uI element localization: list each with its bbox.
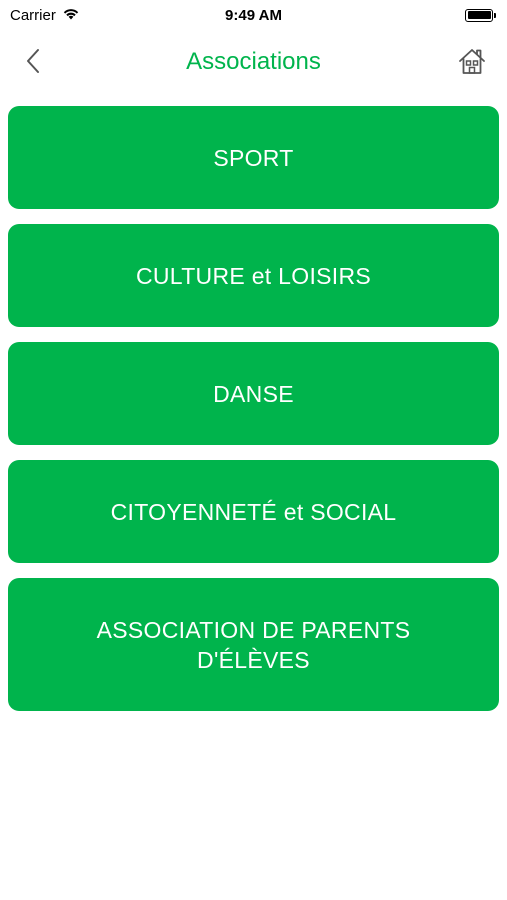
page-title: Associations: [186, 48, 321, 75]
category-label: ASSOCIATION DE PARENTS D'ÉLÈVES: [96, 616, 411, 673]
carrier-label: Carrier: [10, 6, 56, 24]
home-icon: [457, 46, 487, 81]
category-label: CULTURE et LOISIRS: [135, 262, 372, 289]
chevron-left-icon: [25, 48, 41, 79]
category-button-danse[interactable]: DANSE: [8, 342, 499, 445]
battery-level: [467, 11, 491, 19]
home-button[interactable]: [455, 46, 489, 80]
category-list: SPORT CULTURE et LOISIRS DANSE CITOYENNE…: [8, 106, 499, 711]
back-button[interactable]: [18, 48, 48, 78]
wifi-icon: [62, 7, 80, 24]
category-button-sport[interactable]: SPORT: [8, 106, 499, 209]
category-button-parents-eleves[interactable]: ASSOCIATION DE PARENTS D'ÉLÈVES: [8, 578, 499, 711]
screen: Carrier 9:49 AM Associations SPORT CULTU…: [0, 0, 507, 900]
status-bar: Carrier 9:49 AM: [0, 0, 507, 30]
status-left: Carrier: [10, 7, 80, 24]
category-label: DANSE: [213, 380, 294, 407]
category-button-citoyennete-social[interactable]: CITOYENNETÉ et SOCIAL: [8, 460, 499, 563]
category-button-culture-loisirs[interactable]: CULTURE et LOISIRS: [8, 224, 499, 327]
category-label: CITOYENNETÉ et SOCIAL: [110, 498, 397, 525]
navigation-bar: Associations: [0, 36, 507, 88]
category-label: SPORT: [213, 144, 294, 171]
battery-icon: [465, 8, 496, 22]
